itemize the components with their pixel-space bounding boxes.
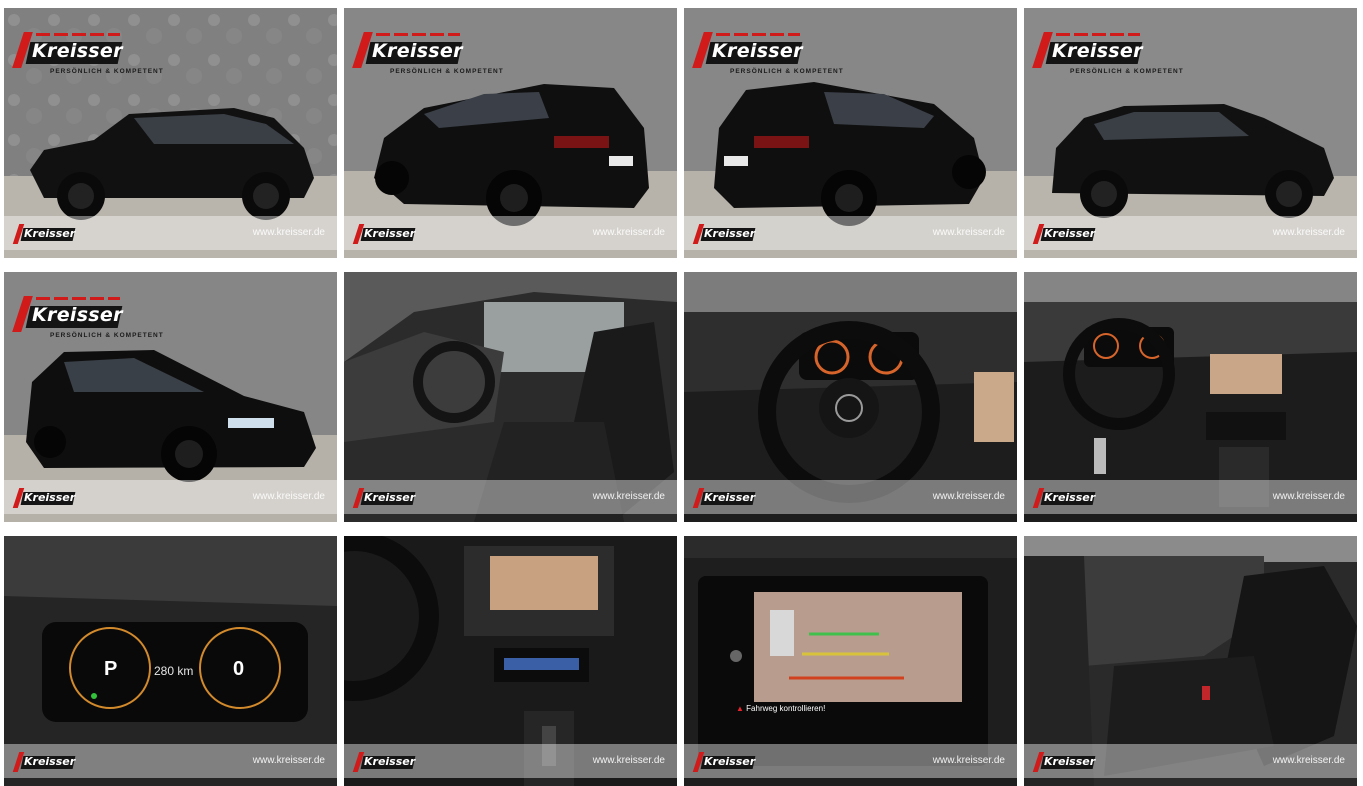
range-readout: 280 km — [154, 664, 193, 678]
warning-label: Fahrweg kontrollieren! — [746, 704, 826, 713]
watermark-band: Kreisser www.kreisser.de — [344, 480, 677, 514]
kreisser-logo: Kreisser PERSÖNLICH & KOMPETENT — [352, 26, 508, 78]
gallery-thumbnail-12[interactable]: Kreisser www.kreisser.de — [1024, 536, 1357, 786]
gallery-thumbnail-9[interactable]: P 280 km 0 Kreisser www.kreisser.de — [4, 536, 337, 786]
kreisser-logo: Kreisser PERSÖNLICH & KOMPETENT — [692, 26, 848, 78]
gallery-thumbnail-2[interactable]: Kreisser PERSÖNLICH & KOMPETENT Kreisser… — [344, 8, 677, 258]
watermark-band: Kreisser www.kreisser.de — [1024, 744, 1357, 778]
logo-name: Kreisser — [32, 40, 123, 62]
kreisser-logo: Kreisser PERSÖNLICH & KOMPETENT — [12, 290, 168, 342]
gallery-thumbnail-6[interactable]: Kreisser www.kreisser.de — [344, 272, 677, 522]
watermark-url: www.kreisser.de — [252, 227, 325, 238]
gallery-thumbnail-7[interactable]: Kreisser www.kreisser.de — [684, 272, 1017, 522]
watermark-band: Kreisser www.kreisser.de — [4, 744, 337, 778]
logo-tagline: PERSÖNLICH & KOMPETENT — [50, 68, 164, 75]
gear-indicator: P — [104, 658, 118, 680]
gallery-thumbnail-11[interactable]: ▲ Fahrweg kontrollieren! Kreisser www.kr… — [684, 536, 1017, 786]
watermark-band: Kreisser www.kreisser.de — [684, 744, 1017, 778]
gallery-thumbnail-8[interactable]: Kreisser www.kreisser.de — [1024, 272, 1357, 522]
watermark-band: Kreisser www.kreisser.de — [684, 480, 1017, 514]
gallery-thumbnail-10[interactable]: Kreisser www.kreisser.de — [344, 536, 677, 786]
watermark-band: Kreisser www.kreisser.de — [344, 216, 677, 250]
range-value: 280 — [154, 664, 175, 678]
camera-warning-text: ▲ Fahrweg kontrollieren! — [736, 704, 825, 713]
range-unit: km — [177, 664, 194, 678]
watermark-band: Kreisser www.kreisser.de — [4, 216, 337, 250]
kreisser-logo: Kreisser PERSÖNLICH & KOMPETENT — [12, 26, 168, 78]
gallery-thumbnail-1[interactable]: Kreisser PERSÖNLICH & KOMPETENT Kreisser… — [4, 8, 337, 258]
gallery-thumbnail-4[interactable]: Kreisser PERSÖNLICH & KOMPETENT Kreisser… — [1024, 8, 1357, 258]
watermark-band: Kreisser www.kreisser.de — [684, 216, 1017, 250]
watermark-band: Kreisser www.kreisser.de — [4, 480, 337, 514]
gallery-thumbnail-5[interactable]: Kreisser PERSÖNLICH & KOMPETENT Kreisser… — [4, 272, 337, 522]
kreisser-logo: Kreisser PERSÖNLICH & KOMPETENT — [1032, 26, 1188, 78]
speed-indicator: 0 — [233, 658, 245, 680]
watermark-band: Kreisser www.kreisser.de — [1024, 480, 1357, 514]
watermark-band: Kreisser www.kreisser.de — [1024, 216, 1357, 250]
photo-gallery: Kreisser PERSÖNLICH & KOMPETENT Kreisser… — [4, 8, 1357, 786]
warning-icon: ▲ — [736, 704, 744, 713]
watermark-band: Kreisser www.kreisser.de — [344, 744, 677, 778]
gallery-thumbnail-3[interactable]: Kreisser PERSÖNLICH & KOMPETENT Kreisser… — [684, 8, 1017, 258]
